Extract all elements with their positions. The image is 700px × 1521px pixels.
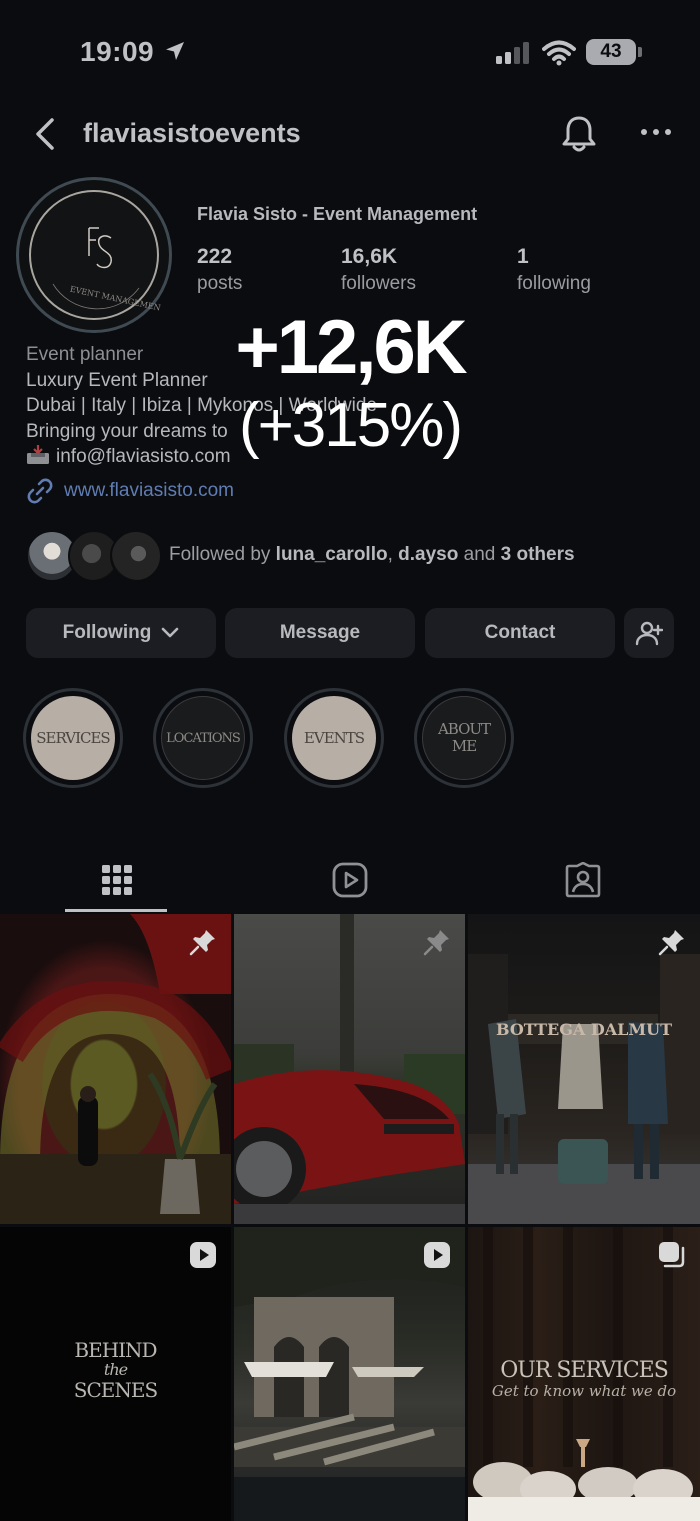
followed-by-text[interactable]: Followed by luna_carollo, d.ayso and 3 o…	[169, 544, 575, 566]
website-url: www.flaviasisto.com	[64, 480, 234, 501]
tab-posts-grid[interactable]	[0, 845, 233, 915]
post-image	[234, 1227, 465, 1521]
more-options-icon[interactable]	[638, 124, 674, 140]
status-time: 19:09	[80, 36, 155, 67]
followed-by-user-2: d.ayso	[398, 544, 459, 565]
stat-followers[interactable]: 16,6K followers	[341, 245, 416, 295]
bell-icon[interactable]	[560, 114, 598, 154]
tab-reels[interactable]	[233, 845, 466, 915]
link-icon	[27, 478, 53, 504]
pinned-icon	[189, 930, 215, 956]
stat-following-count: 1	[517, 245, 529, 268]
reel-icon	[190, 1242, 216, 1268]
location-arrow-icon	[166, 42, 184, 60]
highlight-services[interactable]: SERVICES	[23, 688, 123, 788]
post-tile[interactable]	[234, 1227, 465, 1521]
stat-posts-count: 222	[197, 245, 233, 268]
highlight-locations-label: LOCATIONS	[161, 696, 245, 780]
stat-posts[interactable]: 222 posts	[197, 245, 242, 295]
battery-indicator: 43	[586, 39, 642, 65]
grid-icon	[101, 865, 132, 895]
post-image	[0, 914, 231, 1224]
post-title: OUR SERVICES	[500, 1358, 669, 1383]
posts-grid: BOTTEGA DALMUT BEHIND the SCENES OUR SER…	[0, 914, 700, 1521]
post-title-line-2: the	[103, 1360, 128, 1379]
post-tile[interactable]: OUR SERVICES Get to know what we do	[468, 1227, 700, 1521]
carousel-icon	[659, 1242, 685, 1268]
following-button-label: Following	[62, 622, 152, 643]
followed-by-conjunction: and	[458, 544, 501, 565]
cellular-signal-icon	[496, 42, 529, 64]
post-tile[interactable]: BOTTEGA DALMUT	[468, 914, 700, 1224]
post-title: BEHIND the SCENES	[0, 1340, 231, 1400]
contact-button-label: Contact	[484, 622, 556, 643]
mutual-followers-avatars[interactable]	[26, 530, 166, 582]
stat-following-label: following	[517, 273, 591, 294]
reels-icon	[332, 862, 367, 898]
chevron-down-icon	[162, 627, 179, 638]
post-sign-text: BOTTEGA DALMUT	[496, 1020, 672, 1039]
suggest-people-button[interactable]	[624, 608, 674, 658]
mutual-follower-avatar	[110, 530, 162, 582]
reel-icon	[424, 1242, 450, 1268]
followed-by-separator: ,	[387, 544, 399, 565]
status-bar: 19:09 43	[0, 0, 700, 100]
highlight-locations[interactable]: LOCATIONS	[153, 688, 253, 788]
followed-by-prefix: Followed by	[169, 544, 276, 565]
followed-by-user-1: luna_carollo	[275, 544, 388, 565]
stat-followers-label: followers	[341, 273, 416, 294]
post-title-line-3: SCENES	[73, 1378, 158, 1402]
website-link[interactable]: www.flaviasisto.com	[26, 477, 234, 505]
followed-by-others: 3 others	[500, 544, 575, 565]
post-title-line-1: BEHIND	[74, 1338, 157, 1362]
highlight-services-label: SERVICES	[31, 696, 115, 780]
active-tab-indicator	[65, 909, 167, 912]
overlay-growth-percent: (+315%)	[238, 391, 463, 460]
stat-followers-count: 16,6K	[341, 245, 398, 268]
avatar-logo-ring: EVENT MANAGEMENT	[29, 190, 161, 320]
overlay-growth-headline: +12,6K	[235, 305, 467, 390]
highlight-events-label: EVENTS	[292, 696, 376, 780]
stat-posts-label: posts	[197, 273, 243, 294]
profile-header: flaviasistoevents	[0, 100, 700, 170]
add-person-icon	[635, 621, 663, 646]
highlight-events[interactable]: EVENTS	[284, 688, 384, 788]
post-tile[interactable]	[234, 914, 465, 1224]
highlight-about-me[interactable]: ABOUT ME	[414, 688, 514, 788]
event-management-logo: EVENT MANAGEMENT	[52, 227, 161, 314]
back-chevron-icon[interactable]	[30, 116, 60, 152]
pinned-icon	[658, 930, 684, 956]
profile-tabs	[0, 845, 700, 915]
following-button[interactable]: Following	[26, 608, 216, 658]
profile-username: flaviasistoevents	[83, 118, 301, 148]
post-image	[468, 954, 700, 1224]
post-tile[interactable]: BEHIND the SCENES	[0, 1227, 231, 1521]
profile-display-name: Flavia Sisto - Event Management	[197, 204, 478, 224]
pinned-icon	[423, 930, 449, 956]
tab-tagged[interactable]	[466, 845, 699, 915]
message-button-label: Message	[279, 622, 361, 643]
stat-following[interactable]: 1 following	[517, 245, 591, 295]
post-subtitle: Get to know what we do	[491, 1382, 677, 1400]
highlight-about-me-label: ABOUT ME	[422, 696, 506, 780]
tagged-icon	[565, 862, 600, 898]
post-image	[234, 914, 465, 1224]
wifi-icon	[542, 40, 576, 66]
post-tile[interactable]	[0, 914, 231, 1224]
message-button[interactable]: Message	[225, 608, 415, 658]
contact-button[interactable]: Contact	[425, 608, 615, 658]
